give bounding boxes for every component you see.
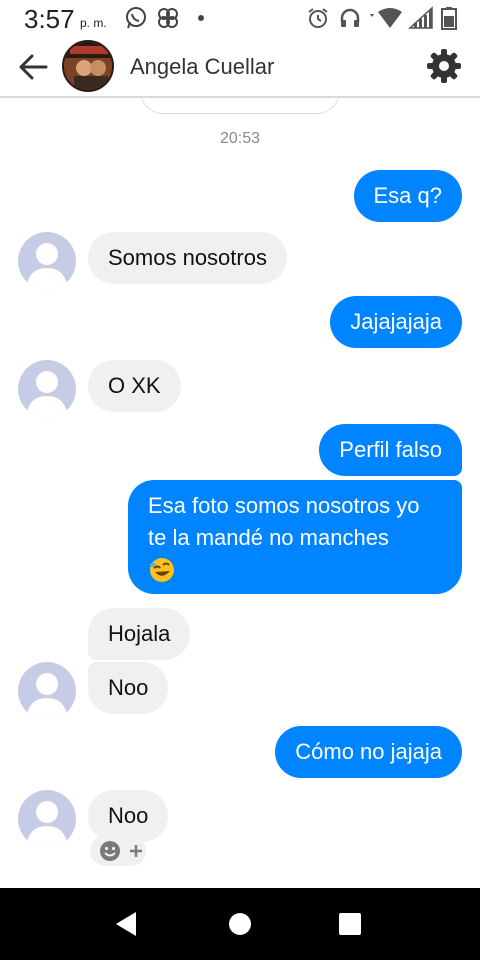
pinwheel-icon bbox=[158, 8, 178, 28]
status-bar: 3:57 p. m. bbox=[0, 0, 480, 36]
outgoing-message-multiline[interactable]: Esa foto somos nosotros yo te la mandé n… bbox=[128, 480, 462, 594]
back-triangle-icon[interactable] bbox=[106, 906, 146, 942]
signal-icon bbox=[408, 6, 433, 29]
headphones-icon bbox=[340, 8, 360, 27]
home-circle-icon[interactable] bbox=[220, 906, 260, 942]
incoming-message[interactable]: O XK bbox=[88, 360, 181, 412]
contact-avatar[interactable] bbox=[62, 40, 114, 92]
previous-message-bubble[interactable] bbox=[140, 98, 340, 114]
status-time: 3:57 bbox=[24, 4, 75, 34]
plus-icon bbox=[130, 845, 142, 857]
back-arrow-icon[interactable] bbox=[16, 50, 52, 84]
contact-name[interactable]: Angela Cuellar bbox=[130, 54, 274, 80]
message-thread[interactable]: 20:53 Esa q? Somos nosotros Jajajajaja O… bbox=[0, 98, 480, 888]
smiley-icon bbox=[100, 841, 120, 861]
dot-icon bbox=[198, 15, 204, 21]
reaction-picker[interactable] bbox=[90, 836, 146, 866]
sender-avatar[interactable] bbox=[18, 360, 76, 418]
incoming-message[interactable]: Somos nosotros bbox=[88, 232, 287, 284]
sender-avatar[interactable] bbox=[18, 232, 76, 290]
incoming-message[interactable]: Noo bbox=[88, 790, 169, 842]
incoming-message[interactable]: Noo bbox=[88, 662, 169, 714]
battery-icon bbox=[441, 7, 457, 30]
message-text: Esa foto somos nosotros yo te la mandé n… bbox=[148, 493, 420, 550]
incoming-message[interactable]: Hojala bbox=[88, 608, 191, 660]
system-nav-bar bbox=[0, 888, 480, 960]
outgoing-message[interactable]: Cómo no jajaja bbox=[275, 726, 462, 778]
message-timestamp: 20:53 bbox=[219, 130, 261, 147]
alarm-icon bbox=[308, 8, 328, 28]
recents-square-icon[interactable] bbox=[330, 906, 370, 942]
outgoing-message[interactable]: Esa q? bbox=[353, 170, 462, 222]
conversation-header: Angela Cuellar bbox=[0, 36, 480, 98]
wifi-icon bbox=[370, 8, 402, 28]
status-ampm: p. m. bbox=[80, 16, 107, 30]
sender-avatar[interactable] bbox=[18, 790, 76, 848]
outgoing-message[interactable]: Jajajajaja bbox=[330, 296, 462, 348]
rolling-laughing-emoji-icon bbox=[150, 558, 174, 582]
settings-gear-icon[interactable] bbox=[424, 46, 464, 86]
outgoing-message[interactable]: Perfil falso bbox=[319, 424, 462, 476]
sender-avatar[interactable] bbox=[18, 662, 76, 720]
whatsapp-icon bbox=[126, 7, 146, 29]
